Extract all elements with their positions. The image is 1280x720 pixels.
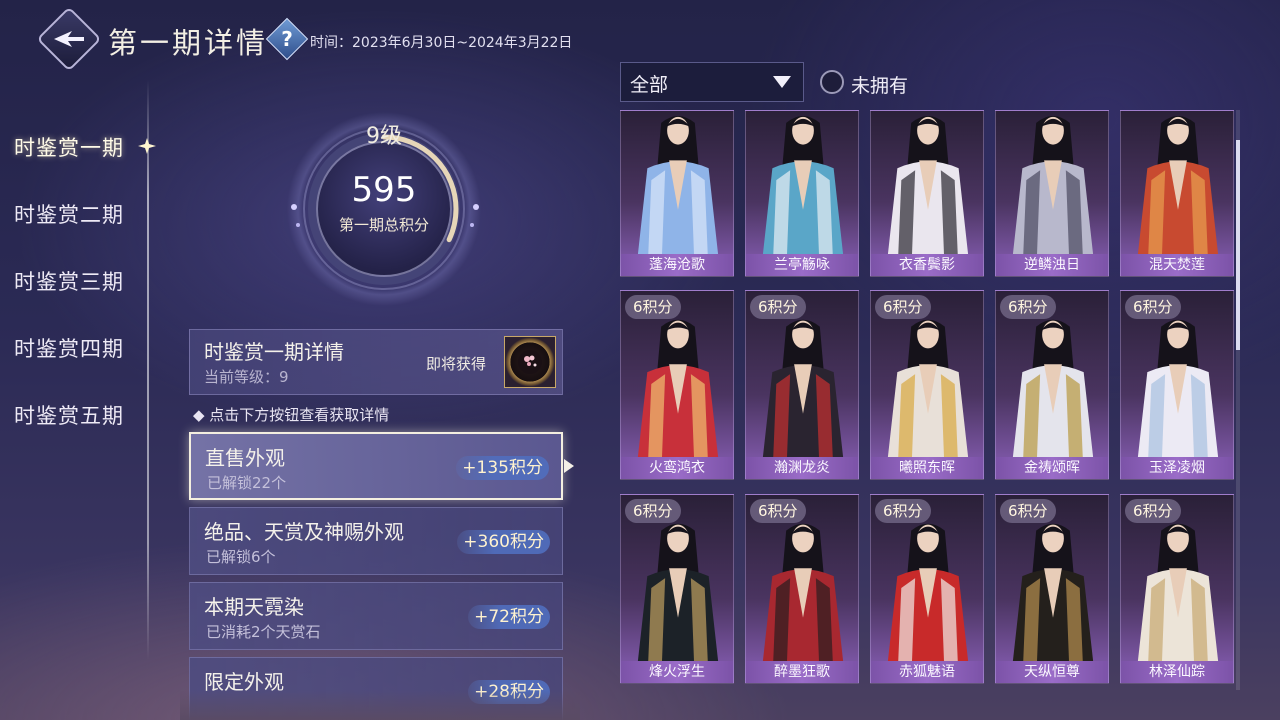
active-marker-icon <box>138 138 156 154</box>
outfit-name: 混天焚莲 <box>1121 254 1233 276</box>
nav-item-period-3[interactable]: 时鉴赏三期 <box>14 266 124 296</box>
outfit-points-badge: 6积分 <box>750 499 806 523</box>
category-points: +360积分 <box>457 530 550 554</box>
outfit-card[interactable]: 蓬海沧歌 <box>620 110 734 277</box>
category-title: 绝品、天赏及神赐外观 <box>204 520 404 544</box>
total-score-label: 第一期总积分 <box>338 216 429 234</box>
outfit-name: 醉墨狂歌 <box>746 661 858 683</box>
outfit-figure <box>885 115 971 276</box>
outfit-figure <box>885 523 971 683</box>
category-subtitle: 已解锁22个 <box>207 474 287 492</box>
outfit-card[interactable]: 6积分林泽仙踪 <box>1120 494 1234 684</box>
outfit-figure <box>885 319 971 479</box>
outfit-card[interactable]: 兰亭觞咏 <box>745 110 859 277</box>
nav-item-period-2[interactable]: 时鉴赏二期 <box>14 199 124 229</box>
nav-item-period-5[interactable]: 时鉴赏五期 <box>14 400 124 430</box>
nav-item-period-4[interactable]: 时鉴赏四期 <box>14 333 124 363</box>
outfit-figure <box>1135 115 1221 276</box>
outfit-figure <box>1010 523 1096 683</box>
total-score-value: 595 <box>351 170 417 210</box>
outfit-points-badge: 6积分 <box>750 295 806 319</box>
current-level-text: 当前等级：9 <box>204 368 289 386</box>
outfit-points-badge: 6积分 <box>1125 499 1181 523</box>
outfit-figure <box>760 319 846 479</box>
category-title: 本期天霓染 <box>204 595 304 619</box>
dropdown-arrow-icon <box>773 76 791 88</box>
outfit-figure <box>635 319 721 479</box>
outfit-figure <box>1010 319 1096 479</box>
outfit-card[interactable]: 6积分天纵恒尊 <box>995 494 1109 684</box>
nav-item-period-1[interactable]: 时鉴赏一期 <box>14 132 124 162</box>
list-fade-overlay <box>180 690 580 720</box>
back-arrow-icon <box>54 31 84 47</box>
outfit-points-badge: 6积分 <box>875 295 931 319</box>
category-subtitle: 已解锁6个 <box>206 548 276 566</box>
category-premium-outfits[interactable]: 绝品、天赏及神赐外观 已解锁6个 +360积分 <box>189 507 563 575</box>
outfit-card[interactable]: 逆鳞浊日 <box>995 110 1109 277</box>
outfit-card[interactable]: 6积分醉墨狂歌 <box>745 494 859 684</box>
filter-selected-value: 全部 <box>630 74 669 96</box>
outfit-name: 玉泽凌烟 <box>1121 457 1233 479</box>
category-direct-sale[interactable]: 直售外观 已解锁22个 +135积分 <box>189 432 563 500</box>
outfit-card[interactable]: 6积分曦照东晖 <box>870 290 984 480</box>
outfit-card[interactable]: 6积分赤狐魅语 <box>870 494 984 684</box>
flower-emblem-icon <box>518 350 542 374</box>
outfit-name: 蓬海沧歌 <box>621 254 733 276</box>
outfit-figure <box>1135 319 1221 479</box>
outfit-name: 赤狐魅语 <box>871 661 983 683</box>
outfit-figure <box>760 523 846 683</box>
outfit-card[interactable]: 6积分瀚渊龙炎 <box>745 290 859 480</box>
outfit-name: 烽火浮生 <box>621 661 733 683</box>
outfit-name: 逆鳞浊日 <box>996 254 1108 276</box>
outfit-name: 曦照东晖 <box>871 457 983 479</box>
outfit-card[interactable]: 混天焚莲 <box>1120 110 1234 277</box>
hint-text: ◆ 点击下方按钮查看获取详情 <box>193 406 390 424</box>
period-detail-title: 时鉴赏一期详情 <box>204 340 344 364</box>
outfit-points-badge: 6积分 <box>625 499 681 523</box>
outfit-points-badge: 6积分 <box>625 295 681 319</box>
nav-divider <box>147 80 149 660</box>
category-subtitle: 已消耗2个天赏石 <box>206 623 321 641</box>
outfit-figure <box>635 523 721 683</box>
category-dye[interactable]: 本期天霓染 已消耗2个天赏石 +72积分 <box>189 582 563 650</box>
outfit-points-badge: 6积分 <box>1000 295 1056 319</box>
outfit-figure <box>1135 523 1221 683</box>
coming-reward-label: 即将获得 <box>426 355 487 373</box>
category-points: +72积分 <box>468 605 550 629</box>
outfit-name: 金祷颂晖 <box>996 457 1108 479</box>
outfit-card[interactable]: 6积分金祷颂晖 <box>995 290 1109 480</box>
outfit-name: 瀚渊龙炎 <box>746 457 858 479</box>
outfit-name: 林泽仙踪 <box>1121 661 1233 683</box>
selected-arrow-icon <box>564 459 574 473</box>
outfit-name: 天纵恒尊 <box>996 661 1108 683</box>
outfit-card[interactable]: 6积分玉泽凌烟 <box>1120 290 1234 480</box>
event-time: 时间：2023年6月30日~2024年3月22日 <box>310 35 573 51</box>
outfit-card[interactable]: 衣香鬓影 <box>870 110 984 277</box>
grid-scrollbar-thumb[interactable] <box>1236 140 1240 350</box>
level-text: 9级 <box>366 124 402 149</box>
category-title: 直售外观 <box>205 446 285 470</box>
unowned-label: 未拥有 <box>851 75 909 97</box>
outfit-figure <box>1010 115 1096 276</box>
question-icon[interactable]: ? <box>272 24 302 54</box>
outfit-card[interactable]: 6积分火鸾鸿衣 <box>620 290 734 480</box>
category-points: +135积分 <box>456 456 549 480</box>
unowned-radio[interactable] <box>820 70 844 94</box>
page-title: 第一期详情 <box>108 26 269 60</box>
outfit-figure <box>760 115 846 276</box>
outfit-points-badge: 6积分 <box>1125 295 1181 319</box>
outfit-card[interactable]: 6积分烽火浮生 <box>620 494 734 684</box>
outfit-name: 衣香鬓影 <box>871 254 983 276</box>
outfit-figure <box>635 115 721 276</box>
outfit-name: 火鸾鸿衣 <box>621 457 733 479</box>
outfit-points-badge: 6积分 <box>875 499 931 523</box>
outfit-name: 兰亭觞咏 <box>746 254 858 276</box>
outfit-points-badge: 6积分 <box>1000 499 1056 523</box>
